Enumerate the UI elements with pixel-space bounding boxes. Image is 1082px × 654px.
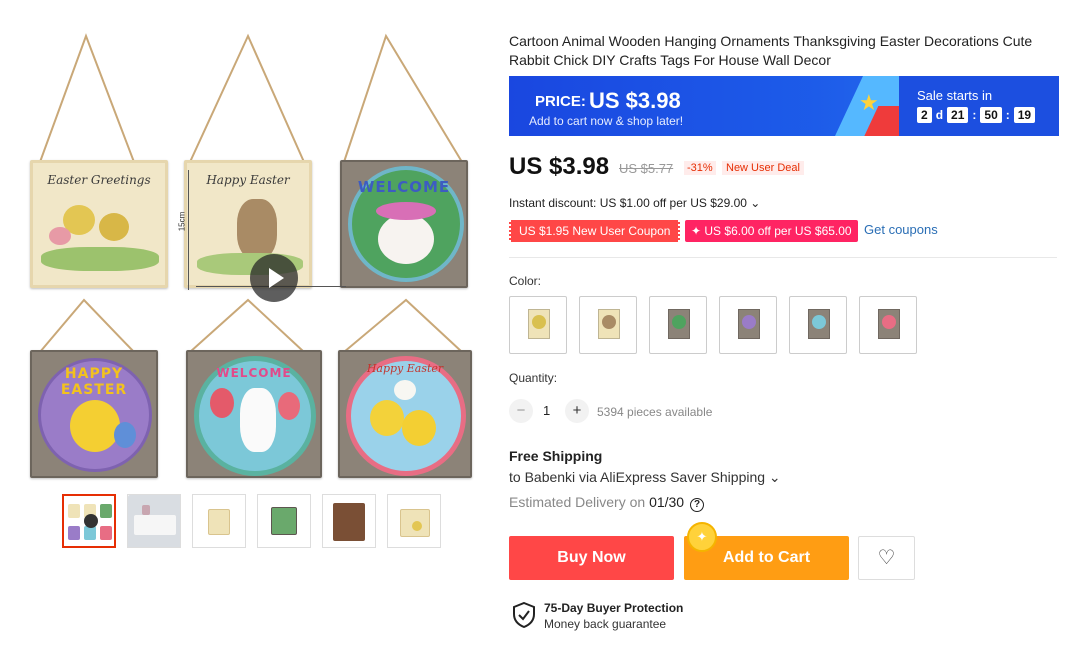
color-label: Color: — [509, 274, 542, 288]
thumbnail-5[interactable] — [322, 494, 376, 548]
buyer-protection-title: 75-Day Buyer Protection — [544, 601, 684, 615]
flowers-illustration — [278, 392, 300, 420]
sale-starts-label: Sale starts in — [917, 88, 993, 103]
countdown-days-unit: d — [935, 108, 944, 122]
play-video-icon — [84, 514, 98, 528]
hat-illustration — [376, 202, 436, 220]
buyer-protection-subtitle: Money back guarantee — [544, 617, 667, 631]
bunny-face-illustration — [378, 214, 434, 264]
store-coupon[interactable]: ✦ US $6.00 off per US $65.00 — [685, 220, 858, 242]
egg-illustration — [114, 422, 136, 448]
shield-check-icon — [513, 602, 535, 628]
countdown-days: 2 — [917, 107, 932, 123]
board-caption: Happy Easter — [366, 362, 444, 375]
board-caption: Happy Easter — [206, 173, 290, 187]
ornament-happy-easter-chick: HAPPY EASTER — [30, 350, 158, 478]
thumbnail-1[interactable] — [62, 494, 116, 548]
flowers-illustration — [210, 388, 234, 418]
measure-label: 15cm — [177, 211, 187, 232]
flowers-illustration — [394, 380, 416, 400]
countdown-hours: 21 — [947, 107, 969, 123]
board-caption: WELCOME — [216, 366, 292, 380]
board-caption: HAPPY EASTER — [60, 366, 128, 398]
sale-countdown: 2 d 21 : 50 : 19 — [917, 107, 1036, 123]
banner-subtext: Add to cart now & shop later! — [529, 114, 684, 128]
estimated-delivery-date: 01/30 — [649, 494, 685, 510]
banner-price-label: PRICE: — [535, 93, 586, 110]
board-caption: Easter Greetings — [47, 173, 151, 187]
quantity-value[interactable]: 1 — [543, 403, 550, 418]
main-product-image[interactable]: Easter Greetings Happy Easter WELCOME 15… — [22, 22, 488, 484]
countdown-minutes: 50 — [980, 107, 1002, 123]
quantity-label: Quantity: — [509, 371, 558, 385]
chick-illustration — [99, 213, 129, 241]
thumbnail-4[interactable] — [257, 494, 311, 548]
chick-illustration — [370, 400, 404, 436]
rabbit-illustration — [240, 388, 276, 452]
thumbnail-6[interactable] — [387, 494, 441, 548]
quantity-decrease-button[interactable]: − — [509, 399, 533, 423]
new-user-coupon[interactable]: US $1.95 New User Coupon — [509, 220, 681, 242]
star-icon: ★ — [859, 90, 879, 115]
ornament-happy-easter-chicks: Happy Easter — [338, 350, 472, 478]
countdown-seconds: 19 — [1013, 107, 1036, 123]
estimated-delivery: Estimated Delivery on 01/30? — [509, 494, 705, 512]
price-banner: ★ PRICE: US $3.98 Add to cart now & shop… — [509, 76, 1059, 136]
color-swatch-6[interactable] — [859, 296, 917, 354]
color-swatch-1[interactable] — [509, 296, 567, 354]
bunny-illustration — [237, 199, 277, 259]
sale-countdown-panel — [899, 76, 1059, 136]
shipping-method-dropdown[interactable]: to Babenki via AliExpress Saver Shipping… — [509, 469, 781, 486]
pieces-available: 5394 pieces available — [597, 405, 713, 419]
get-coupons-link[interactable]: Get coupons — [864, 222, 938, 237]
thumbnail-3[interactable] — [192, 494, 246, 548]
quantity-increase-button[interactable]: + — [565, 399, 589, 423]
ornament-welcome-rabbits: WELCOME — [186, 350, 322, 478]
new-user-deal-badge: New User Deal — [722, 161, 804, 175]
ornament-easter-greetings: Easter Greetings — [30, 160, 168, 288]
shipping-title: Free Shipping — [509, 448, 603, 464]
instant-discount-dropdown[interactable]: Instant discount: US $1.00 off per US $2… — [509, 196, 760, 210]
coin-icon: ✦ — [687, 522, 717, 552]
board-caption: WELCOME — [357, 178, 451, 196]
color-swatch-3[interactable] — [649, 296, 707, 354]
help-icon[interactable]: ? — [690, 498, 705, 512]
color-swatch-2[interactable] — [579, 296, 637, 354]
buy-now-button[interactable]: Buy Now — [509, 536, 674, 580]
wishlist-heart-icon[interactable]: ♡ — [858, 536, 915, 580]
play-video-icon[interactable] — [250, 254, 298, 302]
grass-illustration — [41, 247, 159, 271]
original-price: US $5.77 — [619, 161, 674, 176]
color-swatch-5[interactable] — [789, 296, 847, 354]
countdown-separator: : — [972, 108, 977, 122]
product-title: Cartoon Animal Wooden Hanging Ornaments … — [509, 33, 1033, 68]
color-swatch-4[interactable] — [719, 296, 777, 354]
estimated-delivery-label: Estimated Delivery on — [509, 494, 650, 510]
ornament-welcome-bunny: WELCOME — [340, 160, 468, 288]
divider — [509, 257, 1057, 258]
chick-illustration — [70, 400, 120, 452]
thumbnail-2[interactable] — [127, 494, 181, 548]
countdown-separator: : — [1005, 108, 1010, 122]
banner-price-value: US $3.98 — [589, 88, 681, 113]
current-price: US $3.98 — [509, 153, 610, 180]
height-measure-line — [188, 170, 202, 290]
egg-illustration — [49, 227, 71, 245]
chick-illustration — [402, 410, 436, 446]
discount-badge: -31% — [684, 161, 716, 175]
